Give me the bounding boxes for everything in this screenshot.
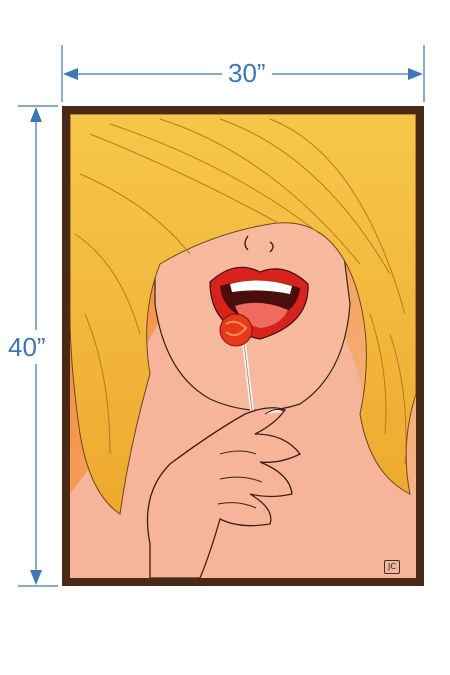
width-dimension-label: 30” [222, 60, 272, 86]
artwork-illustration [70, 114, 416, 578]
pop-art-print [70, 114, 416, 578]
artist-signature: JC [384, 560, 400, 574]
lollipop-candy [219, 313, 253, 347]
height-dimension-label: 40” [6, 330, 48, 364]
